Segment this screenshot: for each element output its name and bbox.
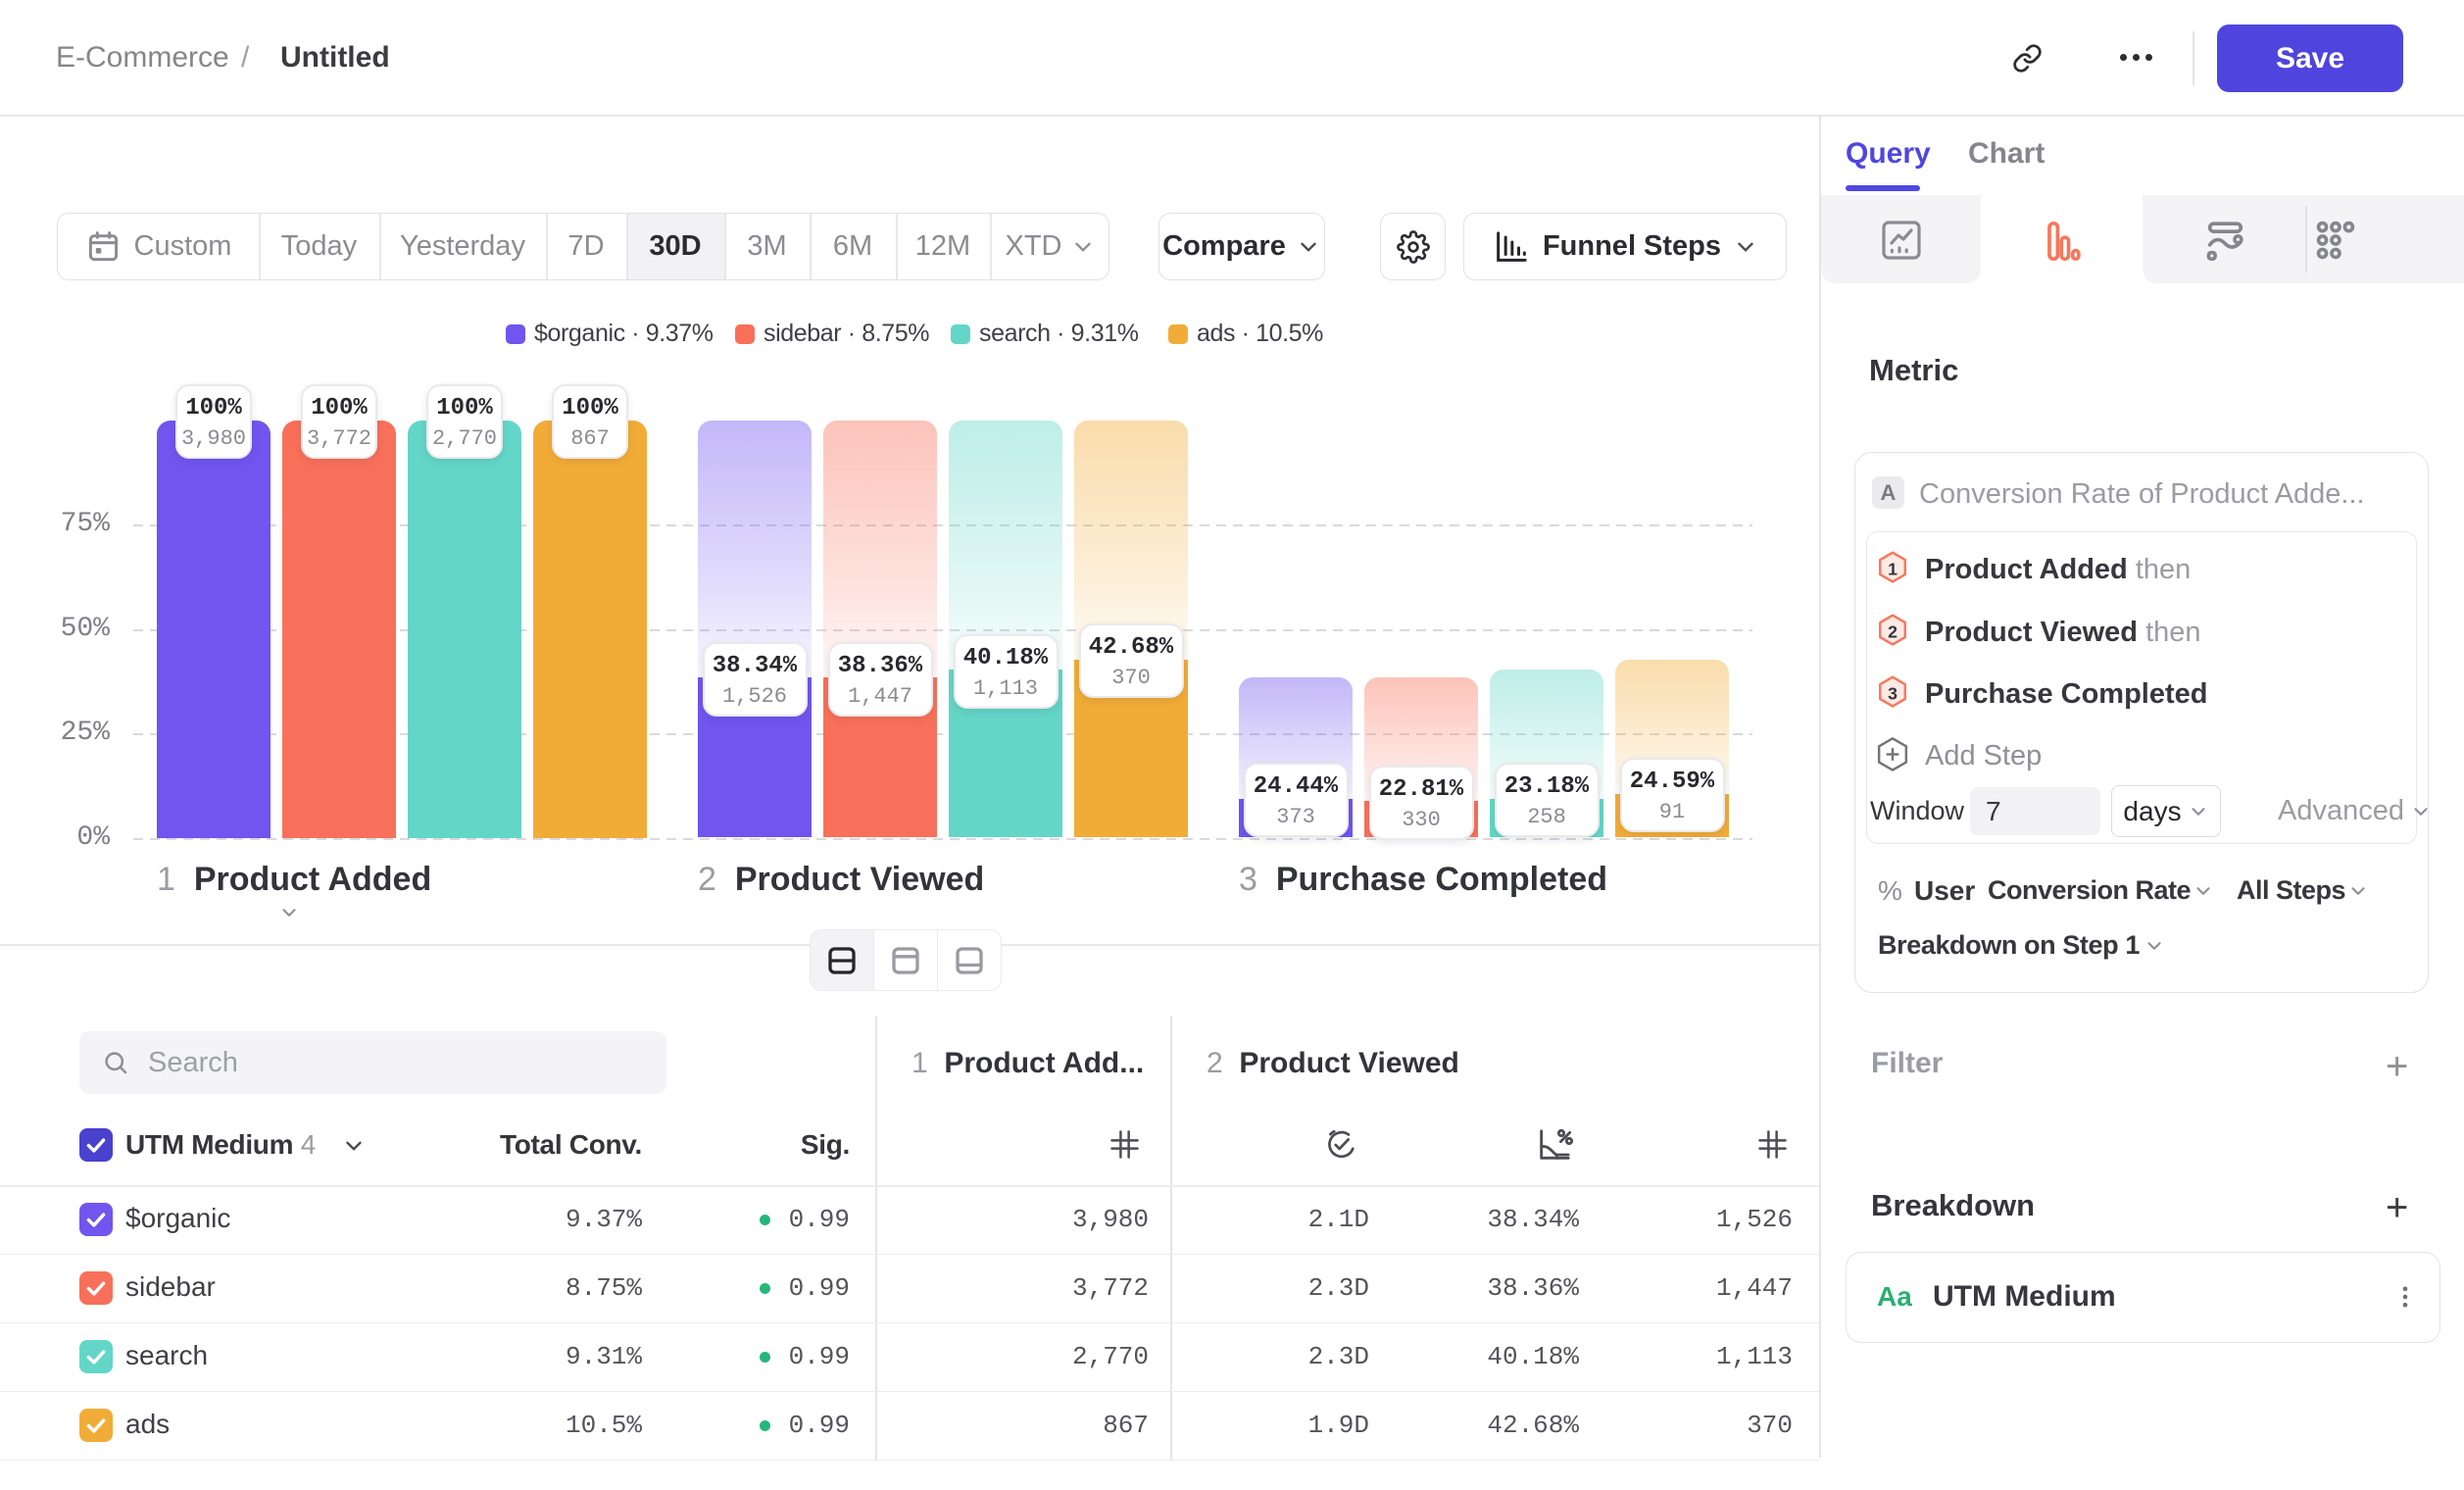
svg-text:1: 1	[1888, 559, 1897, 578]
svg-text:3: 3	[1888, 683, 1897, 703]
svg-text:2: 2	[1888, 621, 1897, 641]
